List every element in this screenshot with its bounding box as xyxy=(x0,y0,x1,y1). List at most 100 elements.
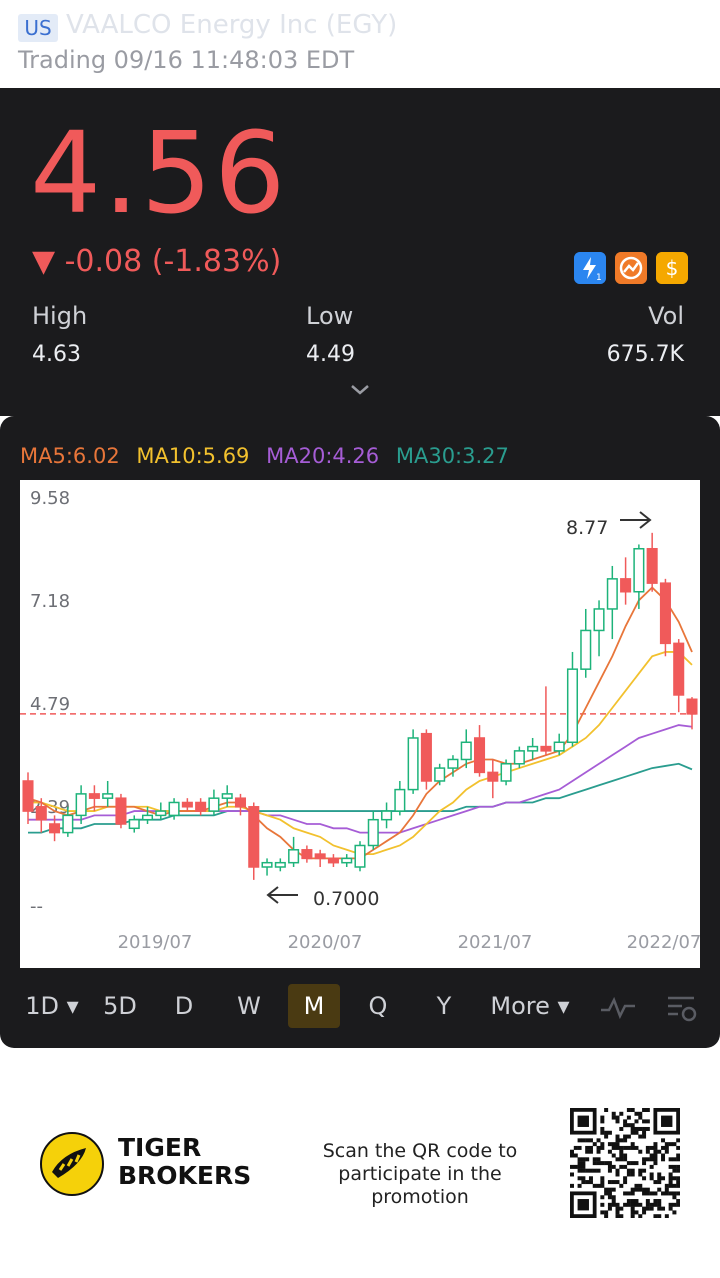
tab-d[interactable]: D xyxy=(160,984,208,1028)
qr-module xyxy=(611,1164,616,1169)
promo-line2: participate in the promotion xyxy=(338,1163,502,1208)
qr-module xyxy=(619,1145,624,1150)
qr-module xyxy=(619,1153,624,1158)
qr-module xyxy=(577,1164,582,1169)
qr-module xyxy=(607,1191,612,1196)
qr-module xyxy=(642,1157,647,1162)
qr-module xyxy=(592,1142,597,1147)
qr-module xyxy=(604,1130,609,1135)
candle-body xyxy=(500,763,512,782)
qr-module xyxy=(664,1149,669,1154)
ma5-label: MA5:6.02 xyxy=(20,444,120,468)
options-wheel-icon[interactable] xyxy=(615,252,647,284)
qr-module xyxy=(607,1180,612,1185)
low-label: Low xyxy=(306,302,354,330)
qr-module xyxy=(611,1195,616,1200)
qr-code[interactable] xyxy=(570,1108,680,1218)
tab-q[interactable]: Q xyxy=(354,984,402,1028)
qr-module xyxy=(577,1176,582,1181)
low-annotation-label: 0.7000 xyxy=(313,888,379,910)
candle-body xyxy=(460,741,472,761)
qr-module xyxy=(615,1214,620,1218)
qr-module xyxy=(611,1153,616,1158)
quote-panel: 4.56 ▼ -0.08 (-1.83%) 1 $ High 4.63 Low … xyxy=(0,88,720,416)
svg-text:$: $ xyxy=(666,256,679,280)
dollar-icon[interactable]: $ xyxy=(656,252,688,284)
qr-module xyxy=(611,1187,616,1192)
qr-module xyxy=(645,1119,650,1124)
qr-module xyxy=(661,1157,666,1162)
qr-module xyxy=(588,1176,593,1181)
qr-module xyxy=(668,1157,673,1162)
qr-module xyxy=(642,1108,647,1112)
qr-module xyxy=(645,1202,650,1207)
qr-module xyxy=(649,1202,654,1207)
qr-module xyxy=(577,1157,582,1162)
qr-module xyxy=(672,1183,677,1188)
qr-module xyxy=(570,1153,574,1158)
qr-module xyxy=(588,1149,593,1154)
qr-module xyxy=(623,1119,628,1124)
qr-module xyxy=(661,1138,666,1143)
tab-1d[interactable]: 1D ▾ xyxy=(22,984,82,1028)
qr-module xyxy=(668,1176,673,1181)
qr-module xyxy=(661,1176,666,1181)
qr-module xyxy=(676,1145,680,1150)
chevron-down-icon[interactable] xyxy=(348,378,372,402)
qr-module xyxy=(607,1164,612,1169)
qr-module xyxy=(638,1115,643,1120)
qr-module xyxy=(611,1115,616,1120)
qr-module xyxy=(676,1191,680,1196)
qr-module xyxy=(676,1202,680,1207)
x-tick-label: 2020/07 xyxy=(288,932,363,953)
candlestick-chart[interactable]: 9.58 7.18 4.79 2.39 -- 2019/07 2020/07 2021/07 2… xyxy=(20,480,701,968)
qr-module xyxy=(607,1206,612,1211)
qr-module xyxy=(626,1168,631,1173)
qr-module xyxy=(615,1115,620,1120)
qr-module xyxy=(611,1202,616,1207)
qr-module xyxy=(588,1145,593,1150)
qr-module xyxy=(573,1164,578,1169)
candle-body xyxy=(261,861,273,868)
candle-body xyxy=(381,810,393,821)
qr-module xyxy=(645,1157,650,1162)
qr-module xyxy=(642,1176,647,1181)
qr-module xyxy=(626,1108,631,1112)
chart-settings-icon[interactable] xyxy=(664,992,700,1026)
candle-body xyxy=(434,767,446,782)
qr-module xyxy=(615,1145,620,1150)
x-tick-label: 2022/07 xyxy=(627,932,700,953)
qr-module xyxy=(638,1172,643,1177)
qr-module xyxy=(642,1191,647,1196)
candle-body xyxy=(141,814,154,821)
tab-y[interactable]: Y xyxy=(420,984,468,1028)
lightning-level1-icon[interactable]: 1 xyxy=(574,252,606,284)
qr-module xyxy=(615,1172,620,1177)
qr-module xyxy=(600,1202,605,1207)
qr-module xyxy=(630,1130,635,1135)
qr-module xyxy=(668,1180,673,1185)
tab-5d[interactable]: 5D xyxy=(92,984,148,1028)
qr-module xyxy=(611,1111,616,1116)
qr-module xyxy=(645,1126,650,1131)
qr-module xyxy=(596,1138,601,1143)
qr-module xyxy=(577,1199,589,1211)
indicator-wave-icon[interactable] xyxy=(598,992,638,1022)
qr-module xyxy=(577,1168,582,1173)
tab-w[interactable]: W xyxy=(224,984,274,1028)
qr-module xyxy=(653,1153,658,1158)
qr-module xyxy=(657,1149,662,1154)
tab-more[interactable]: More ▾ xyxy=(484,984,576,1028)
qr-module xyxy=(592,1157,597,1162)
qr-module xyxy=(615,1168,620,1173)
qr-module xyxy=(653,1214,658,1218)
qr-module xyxy=(592,1161,597,1166)
qr-module xyxy=(638,1214,643,1218)
qr-module xyxy=(630,1210,635,1215)
candle-body xyxy=(593,608,605,632)
qr-module xyxy=(676,1168,680,1173)
qr-module xyxy=(577,1183,582,1188)
qr-module xyxy=(649,1191,654,1196)
tab-m[interactable]: M xyxy=(288,984,340,1028)
qr-module xyxy=(596,1168,601,1173)
